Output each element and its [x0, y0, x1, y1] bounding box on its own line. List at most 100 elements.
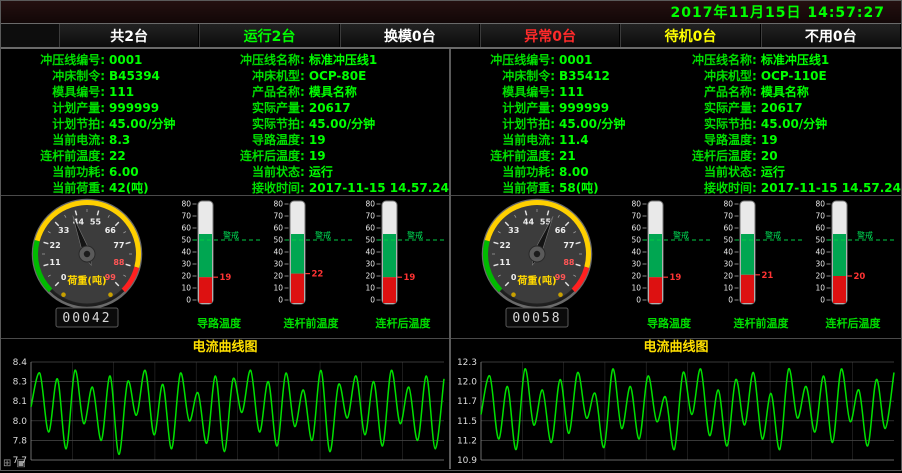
status-item-label: 不用0台 [805, 26, 857, 46]
info-row: 冲压线名称:标准冲压线1 [201, 52, 449, 68]
status-bar: 共2台运行2台 换模0台 异常0台 待机0台 不用0台 [1, 23, 901, 49]
thermo-tick-label: 70 [815, 212, 825, 221]
thermo-tick-label: 70 [181, 212, 191, 221]
info-row: 产品名称:模具名称 [201, 84, 449, 100]
thermo-tick-label: 10 [631, 284, 641, 293]
thermo-tick-label: 30 [181, 260, 191, 269]
thermo-tick-label: 50 [273, 236, 283, 245]
thermo-tick-label: 10 [365, 284, 375, 293]
info-column-0: 冲压线编号:0001冲床制令:B45394模具编号:111计划产量:999999… [1, 52, 201, 195]
thermometer-1: 01020304050607080警戒21连杆前温度 [715, 196, 807, 338]
info-label: 冲压线名称: [653, 52, 757, 68]
info-row: 当前状态:运行 [201, 164, 449, 180]
thermo-warning-label: 警戒 [223, 230, 239, 240]
info-value: 20 [761, 148, 778, 164]
info-label: 冲压线编号: [451, 52, 555, 68]
info-label: 冲床制令: [451, 68, 555, 84]
chart-y-tick-label: 12.0 [457, 378, 477, 388]
info-value: 6.00 [109, 164, 139, 180]
thermo-tick-label: 60 [181, 224, 191, 233]
gauge-unit-label: 荷重(吨) [516, 274, 556, 287]
info-row: 连杆后温度:20 [653, 148, 901, 164]
info-value: B45394 [109, 68, 160, 84]
info-row: 冲压线编号:0001 [451, 52, 653, 68]
thermo-tick-label: 0 [278, 296, 283, 305]
thermo-tick-label: 50 [723, 236, 733, 245]
thermo-tick-label: 70 [365, 212, 375, 221]
info-row: 模具编号:111 [451, 84, 653, 100]
load-gauge-dial: 0112233445566778899荷重(吨)00042 [1, 196, 173, 336]
thermo-tick-label: 40 [273, 248, 283, 257]
thermo-tick-label: 0 [636, 296, 641, 305]
chart-y-tick-label: 8.3 [13, 378, 27, 388]
info-label: 接收时间: [653, 180, 757, 196]
thermometer-1: 01020304050607080警戒22连杆前温度 [265, 196, 357, 338]
chart-y-tick-label: 10.9 [457, 456, 477, 466]
thermometer-label: 导路温度 [647, 315, 691, 331]
thermo-tick-label: 0 [728, 296, 733, 305]
info-value: 模具名称 [309, 84, 357, 100]
info-column-0: 冲压线编号:0001冲床制令:B35412模具编号:111计划产量:999999… [451, 52, 653, 195]
info-value: B35412 [559, 68, 610, 84]
info-row: 当前状态:运行 [653, 164, 901, 180]
info-row: 计划产量:999999 [451, 100, 653, 116]
thermo-tick-label: 80 [723, 200, 733, 209]
thermo-tick-label: 60 [631, 224, 641, 233]
thermometer-gauge: 01020304050607080警戒20 [807, 196, 899, 320]
info-row: 当前荷重:58(吨) [451, 180, 653, 196]
load-gauge: 0112233445566778899荷重(吨)00058 [451, 196, 623, 338]
gauge-tick-label: 22 [50, 241, 61, 250]
info-value: 模具名称 [761, 84, 809, 100]
gauge-unit-label: 荷重(吨) [66, 274, 106, 287]
status-item-3[interactable]: 异常0台 [480, 24, 620, 47]
info-label: 实际节拍: [201, 116, 305, 132]
info-value: 19 [761, 132, 778, 148]
thermo-tick-label: 40 [723, 248, 733, 257]
datetime-display: 2017年11月15日 14:57:27 [671, 2, 885, 22]
load-digital-readout: 00058 [512, 311, 561, 326]
info-value: 2017-11-15 14.57.24 [761, 180, 901, 196]
thermo-tick-label: 10 [723, 284, 733, 293]
info-label: 连杆后温度: [653, 148, 757, 164]
thermo-fill-low [833, 276, 846, 303]
info-value: 标准冲压线1 [761, 52, 829, 68]
chart-title: 电流曲线图 [1, 339, 449, 357]
info-row: 当前电流:8.3 [1, 132, 201, 148]
status-item-2[interactable]: 换模0台 [340, 24, 480, 47]
thermo-value: 22 [312, 270, 324, 280]
info-value: 19 [309, 148, 326, 164]
thermo-tick-label: 30 [723, 260, 733, 269]
thermo-tick-label: 20 [181, 272, 191, 281]
status-item-0[interactable]: 共2台 [59, 24, 199, 47]
info-label: 计划产量: [1, 100, 105, 116]
status-item-label: 换模0台 [384, 26, 436, 46]
windows-start-icon[interactable]: ⊞ [3, 457, 11, 470]
status-item-1[interactable]: 运行2台 [199, 24, 339, 47]
thermo-tick-label: 80 [365, 200, 375, 209]
info-label: 模具编号: [1, 84, 105, 100]
thermo-value: 19 [404, 273, 416, 283]
thermometer-0: 01020304050607080警戒19导路温度 [623, 196, 715, 338]
gauge-tick-label: 66 [105, 226, 117, 235]
machine-panel-1: 冲压线编号:0001冲床制令:B35412模具编号:111计划产量:999999… [451, 49, 901, 469]
info-row: 当前功耗:6.00 [1, 164, 201, 180]
thermometer-label: 连杆后温度 [376, 315, 431, 331]
thermo-fill-low [291, 274, 304, 303]
thermometer-0: 01020304050607080警戒19导路温度 [173, 196, 265, 338]
info-value: 19 [309, 132, 326, 148]
info-label: 冲压线编号: [1, 52, 105, 68]
info-value: 45.00/分钟 [309, 116, 375, 132]
window-icon[interactable]: ▣ [16, 457, 25, 470]
info-value: 运行 [309, 164, 333, 180]
thermometer-gauge: 01020304050607080警戒19 [357, 196, 449, 320]
status-item-label: 待机0台 [665, 26, 717, 46]
status-item-5[interactable]: 不用0台 [761, 24, 901, 47]
thermometer-label: 连杆前温度 [284, 315, 339, 331]
info-value: 45.00/分钟 [761, 116, 827, 132]
gauge-tick-label: 88 [563, 258, 575, 267]
status-item-4[interactable]: 待机0台 [620, 24, 760, 47]
load-gauge: 0112233445566778899荷重(吨)00042 [1, 196, 173, 338]
info-label: 冲床机型: [201, 68, 305, 84]
info-value: 45.00/分钟 [559, 116, 625, 132]
thermometer-2: 01020304050607080警戒20连杆后温度 [807, 196, 899, 338]
